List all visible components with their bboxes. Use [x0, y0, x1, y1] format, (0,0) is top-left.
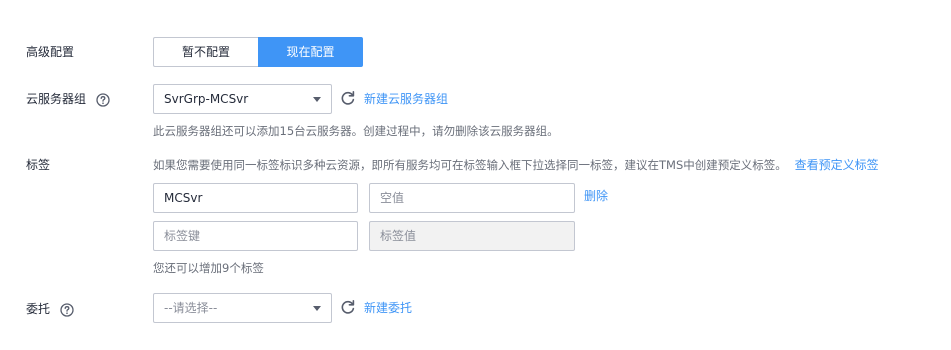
view-predefined-tags-link[interactable]: 查看预定义标签: [795, 158, 879, 172]
chevron-down-icon: [313, 97, 321, 102]
tag-key-value: MCSvr: [164, 191, 203, 205]
tags-label: 标签: [26, 158, 51, 172]
tag-key-input[interactable]: MCSvr: [153, 183, 358, 213]
advanced-config-label: 高级配置: [26, 45, 75, 59]
new-tag-key-placeholder: 标签键: [164, 229, 201, 243]
server-group-value: SvrGrp-MCSvr: [164, 92, 249, 106]
tag-value-placeholder: 空值: [380, 191, 405, 205]
tags-description-row: 如果您需要使用同一标签标识多种云资源，即所有服务均可在标签输入框下拉选择同一标签…: [153, 156, 879, 174]
refresh-icon[interactable]: [340, 90, 356, 106]
agency-placeholder: --请选择--: [164, 301, 218, 315]
question-circle-icon[interactable]: [60, 302, 74, 317]
option-no-config[interactable]: 暂不配置: [153, 37, 258, 67]
server-group-hint: 此云服务器组还可以添加15台云服务器。创建过程中，请勿删除该云服务器组。: [153, 124, 559, 138]
server-group-label: 云服务器组: [26, 92, 87, 106]
create-agency-link[interactable]: 新建委托: [364, 299, 412, 317]
tags-description: 如果您需要使用同一标签标识多种云资源，即所有服务均可在标签输入框下拉选择同一标签…: [153, 158, 787, 172]
chevron-down-icon: [313, 306, 321, 311]
agency-label: 委托: [26, 302, 51, 316]
tag-value-input[interactable]: 空值: [369, 183, 575, 213]
refresh-icon[interactable]: [340, 299, 356, 315]
question-circle-icon[interactable]: [96, 92, 110, 107]
tags-remaining-hint: 您还可以增加9个标签: [153, 261, 264, 275]
server-group-label-row: 云服务器组: [26, 90, 110, 108]
agency-select[interactable]: --请选择--: [153, 293, 332, 323]
agency-label-row: 委托: [26, 300, 74, 318]
server-group-select[interactable]: SvrGrp-MCSvr: [153, 84, 332, 114]
new-tag-value-input: 标签值: [369, 221, 575, 251]
delete-tag-link[interactable]: 删除: [584, 187, 608, 205]
create-server-group-link[interactable]: 新建云服务器组: [364, 90, 448, 108]
new-tag-key-input[interactable]: 标签键: [153, 221, 358, 251]
new-tag-value-placeholder: 标签值: [380, 229, 417, 243]
option-config-now[interactable]: 现在配置: [258, 37, 363, 67]
